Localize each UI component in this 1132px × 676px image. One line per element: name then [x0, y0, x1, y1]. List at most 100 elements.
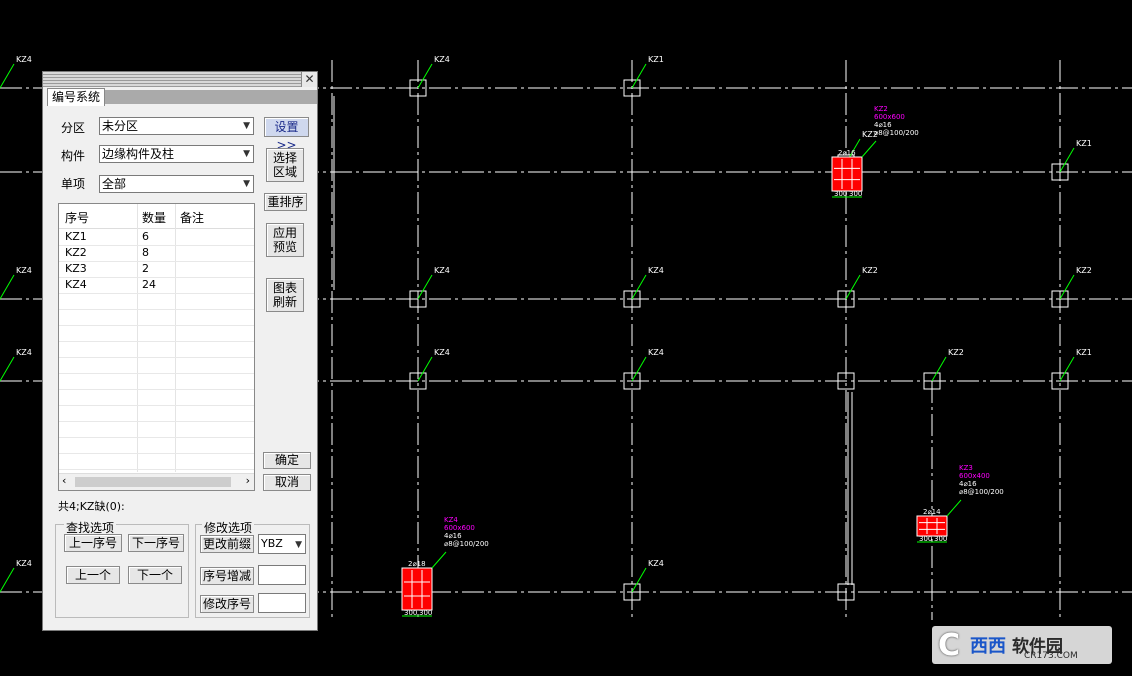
site-watermark: C 西西 软件园 CR173.COM: [932, 626, 1112, 664]
prefix-value: YBZ: [261, 537, 283, 550]
seq-increment-button[interactable]: 序号增减: [200, 567, 254, 585]
change-seq-input[interactable]: [258, 593, 306, 613]
component-value: 边缘构件及柱: [102, 147, 175, 161]
table-row[interactable]: KZ1 6: [59, 229, 254, 246]
column-tag: KZ2: [948, 348, 964, 357]
numbering-system-panel: ✕ 编号系统 分区 未分区 ▼ 构件 边缘构件及柱 ▼ 单项 全部 ▼ 设置>> 选择…: [42, 71, 318, 631]
find-options-group: 查找选项 上一序号 下一序号 上一个 下一个: [55, 519, 189, 618]
row-id: KZ3: [65, 262, 87, 275]
change-prefix-button[interactable]: 更改前缀: [200, 535, 254, 553]
table-row: [59, 325, 254, 342]
table-row: [59, 357, 254, 374]
bar-mark-label: 2⌀14: [923, 508, 941, 516]
row-id: KZ1: [65, 230, 87, 243]
table-row[interactable]: KZ4 24: [59, 277, 254, 294]
modify-options-group: 修改选项 更改前缀 YBZ ▼ 序号增减 修改序号: [195, 519, 310, 618]
leader-line: [1059, 147, 1075, 173]
leader-line: [0, 274, 15, 300]
prefix-select[interactable]: YBZ ▼: [258, 534, 306, 554]
table-row: [59, 373, 254, 390]
column-section: [401, 567, 433, 611]
column-tag: KZ1: [1076, 348, 1092, 357]
column-tag: KZ4: [16, 348, 32, 357]
column-tag: KZ4: [648, 266, 664, 275]
column-tag: KZ4: [434, 55, 450, 64]
detail-stirrup: ⌀8@100/200: [444, 540, 489, 548]
leader-line: [631, 63, 647, 89]
column-details: 300 3002⌀16KZ2600x6004⌀16⌀8@100/200300 300…: [401, 105, 1004, 617]
table-row: [59, 389, 254, 406]
leader-line: [0, 63, 15, 89]
leader-line: [417, 356, 433, 382]
leader-line: [631, 274, 647, 300]
seq-increment-input[interactable]: [258, 565, 306, 585]
header-qty: 数量: [142, 211, 167, 225]
row-qty: 2: [142, 262, 149, 275]
table-row: [59, 421, 254, 438]
column-tag: KZ4: [648, 348, 664, 357]
refresh-chart-button[interactable]: 图表刷新: [266, 278, 304, 312]
component-label: 构件: [61, 149, 86, 163]
dimension-label: 300: [404, 609, 417, 617]
partition-label: 分区: [61, 121, 86, 135]
close-button[interactable]: ✕: [301, 72, 317, 87]
panel-titlebar[interactable]: [43, 72, 317, 87]
tab-numbering-system[interactable]: 编号系统: [47, 88, 106, 106]
change-seq-button[interactable]: 修改序号: [200, 595, 254, 613]
item-value: 全部: [102, 177, 127, 191]
detail-bars: 4⌀16: [874, 121, 892, 129]
column-tag: KZ1: [1076, 139, 1092, 148]
horizontal-scrollbar[interactable]: ‹ ›: [59, 473, 254, 490]
settings-button[interactable]: 设置>>: [264, 117, 309, 152]
tab-strip: [105, 90, 317, 104]
detail-size: 600x400: [959, 472, 990, 480]
chevron-down-icon: ▼: [243, 121, 250, 131]
modify-options-title: 修改选项: [202, 519, 255, 536]
column-section: [916, 515, 948, 537]
table-row: [59, 341, 254, 358]
row-id: KZ2: [65, 246, 87, 259]
dimension-label: 300: [934, 535, 947, 543]
column-tag: KZ4: [16, 55, 32, 64]
cancel-button[interactable]: 取消: [263, 474, 311, 491]
table-row[interactable]: KZ2 8: [59, 245, 254, 262]
detail-tag: KZ2: [874, 105, 888, 113]
status-text: 共4;KZ缺(0):: [58, 500, 125, 513]
detail-bars: 4⌀16: [444, 532, 462, 540]
column-tag: KZ4: [16, 559, 32, 568]
bar-mark-label: 2⌀16: [838, 149, 856, 157]
item-select[interactable]: 全部 ▼: [99, 175, 254, 193]
leader-line: [0, 356, 15, 382]
scroll-right-icon[interactable]: ›: [246, 474, 250, 487]
prev-number-button[interactable]: 上一序号: [64, 534, 122, 552]
leader-line: [931, 356, 947, 382]
column-tag: KZ4: [434, 348, 450, 357]
scroll-left-icon[interactable]: ‹: [62, 474, 66, 487]
item-label: 单项: [61, 177, 86, 191]
partition-select[interactable]: 未分区 ▼: [99, 117, 254, 135]
row-qty: 6: [142, 230, 149, 243]
next-number-button[interactable]: 下一序号: [128, 534, 184, 552]
leader-line: [417, 274, 433, 300]
column-tag: KZ4: [648, 559, 664, 568]
partition-value: 未分区: [102, 119, 139, 133]
leader-line: [631, 567, 647, 593]
leader-line: [1059, 356, 1075, 382]
column-tag: KZ2: [862, 266, 878, 275]
bar-mark-label: 2⌀18: [408, 560, 426, 568]
next-button[interactable]: 下一个: [128, 566, 182, 584]
scrollbar-thumb[interactable]: [75, 477, 231, 487]
prev-button[interactable]: 上一个: [66, 566, 120, 584]
detail-stirrup: ⌀8@100/200: [874, 129, 919, 137]
ok-button[interactable]: 确定: [263, 452, 311, 469]
table-row: [59, 405, 254, 422]
apply-preview-button[interactable]: 应用预览: [266, 223, 304, 257]
select-region-button[interactable]: 选择区域: [266, 148, 304, 182]
resort-button[interactable]: 重排序: [264, 193, 307, 211]
component-select[interactable]: 边缘构件及柱 ▼: [99, 145, 254, 163]
detail-bars: 4⌀16: [959, 480, 977, 488]
leader-line: [0, 567, 15, 593]
number-table[interactable]: 序号 数量 备注 KZ1 6 KZ2 8 KZ3 2 KZ4 24 ‹ ›: [58, 203, 255, 491]
column-tag: KZ4: [16, 266, 32, 275]
table-row[interactable]: KZ3 2: [59, 261, 254, 278]
